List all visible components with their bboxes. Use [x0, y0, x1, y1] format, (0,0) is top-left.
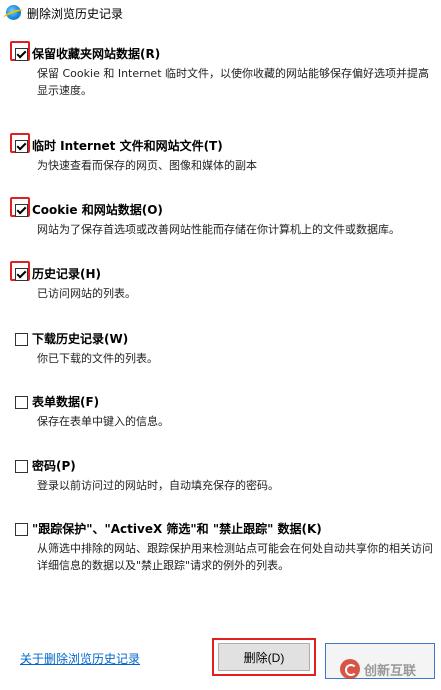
checkbox-history[interactable]	[15, 268, 28, 281]
about-delete-history-link[interactable]: 关于删除浏览历史记录	[20, 650, 140, 667]
option-description: 保存在表单中键入的信息。	[37, 415, 169, 428]
option-label[interactable]: 临时 Internet 文件和网站文件(T)	[32, 137, 223, 154]
option-label[interactable]: 表单数据(F)	[32, 393, 99, 410]
option-description: 保留 Cookie 和 Internet 临时文件，以使你收藏的网站能够保存偏好…	[37, 67, 429, 97]
internet-explorer-icon	[6, 5, 21, 20]
title-bar: 删除浏览历史记录	[0, 0, 441, 26]
checkbox-cookies[interactable]	[15, 204, 28, 217]
option-description: 登录以前访问过的网站时，自动填充保存的密码。	[37, 479, 279, 492]
checkbox-form-data[interactable]	[15, 396, 28, 409]
window-title: 删除浏览历史记录	[27, 7, 124, 21]
checkbox-temp-internet-files[interactable]	[15, 140, 28, 153]
option-description: 你已下载的文件的列表。	[37, 352, 158, 365]
option-label[interactable]: 下载历史记录(W)	[32, 330, 128, 347]
option-label[interactable]: "跟踪保护"、"ActiveX 筛选"和 "禁止跟踪" 数据(K)	[32, 520, 322, 537]
watermark-text: 创新互联	[364, 663, 417, 679]
option-description: 为快速查看而保存的网页、图像和媒体的副本	[37, 159, 257, 172]
option-label[interactable]: Cookie 和网站数据(O)	[32, 201, 163, 218]
option-description: 已访问网站的列表。	[37, 287, 136, 300]
delete-button[interactable]: 删除(D)	[218, 643, 310, 671]
checkbox-preserve-favorites[interactable]	[15, 48, 28, 61]
checkbox-passwords[interactable]	[15, 460, 28, 473]
option-label[interactable]: 历史记录(H)	[32, 265, 101, 282]
option-label[interactable]: 密码(P)	[32, 457, 76, 474]
checkbox-download-history[interactable]	[15, 333, 28, 346]
option-label[interactable]: 保留收藏夹网站数据(R)	[32, 45, 160, 62]
watermark: 创新互联	[340, 654, 440, 684]
checkbox-tracking-protection[interactable]	[15, 523, 28, 536]
watermark-logo-icon	[340, 659, 360, 679]
option-description: 从筛选中排除的网站、跟踪保护用来检测站点可能会在何处自动共享你的相关访问详细信息…	[37, 542, 433, 572]
option-description: 网站为了保存首选项或改善网站性能而存储在你计算机上的文件或数据库。	[37, 223, 400, 236]
